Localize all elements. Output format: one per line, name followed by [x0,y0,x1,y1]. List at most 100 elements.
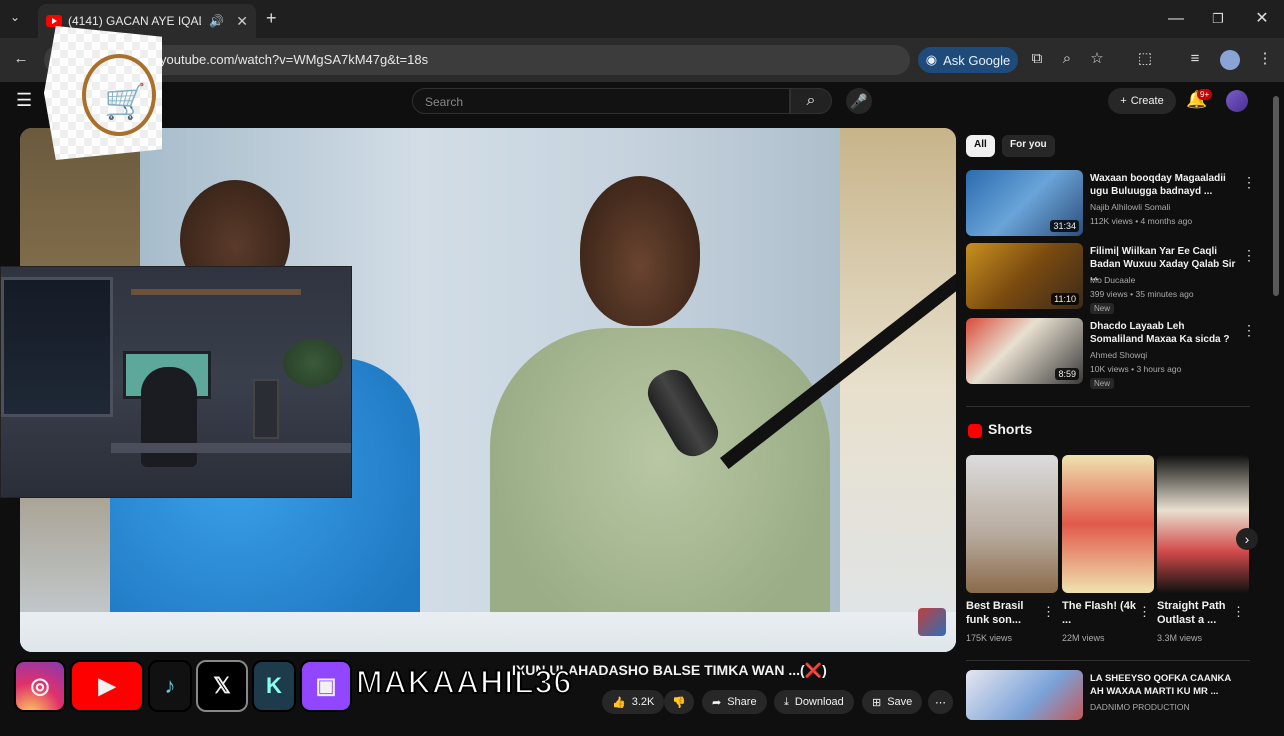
share-label: Share [727,696,757,708]
bookmark-star-icon[interactable]: ☆ [1086,48,1108,70]
channel-name[interactable]: Najib Alhilowli Somali [1090,202,1170,212]
more-options-icon[interactable]: ⋮ [1242,247,1256,264]
short-title[interactable]: Best Brasil funk son... [966,599,1046,627]
overlay-pc-tower [253,379,279,439]
channel-name[interactable]: Mo Ducaale [1090,275,1135,285]
back-icon[interactable]: ← [10,48,32,70]
overlay-window [1,277,113,417]
profile-avatar[interactable] [1220,50,1240,70]
x-icon: 𝕏 [196,660,248,712]
recommended-video[interactable]: 11:10 Filimi| Wiilkan Yar Ee Caqli Badan… [966,243,1256,314]
cart-logo-overlay: 🛒 [44,26,162,160]
search-button[interactable]: ⌕ [790,88,832,114]
media-control-icon[interactable]: ≡ [1184,48,1206,70]
extensions-icon[interactable]: ⬚ [1134,48,1156,70]
more-options-icon[interactable]: ⋮ [1042,604,1055,620]
overlay-desk [111,443,351,453]
instagram-icon: ◎ [14,660,66,712]
chip-for-you[interactable]: For you [1002,135,1055,157]
new-badge: New [1090,378,1115,389]
ask-google-label: Ask Google [943,52,1011,68]
channel-name[interactable]: Ahmed Showqi [1090,350,1147,360]
chevron-right-icon: › [1244,531,1250,547]
video-thumbnail[interactable] [966,670,1083,720]
short-thumbnail[interactable] [1157,455,1249,593]
more-horizontal-icon: ⋯ [935,696,946,709]
create-button[interactable]: + Create [1108,88,1176,114]
search-input[interactable]: Search [412,88,790,114]
download-icon: ⤓ [784,695,789,708]
plus-icon: + [1120,95,1127,107]
more-options-icon[interactable]: ⋮ [1232,604,1245,620]
like-button[interactable]: 👍 3.2K [602,690,665,714]
more-options-icon[interactable]: ⋮ [1242,174,1256,191]
voice-search-button[interactable]: 🎤 [846,88,872,114]
download-button[interactable]: ⤓ Download [774,690,854,714]
minimize-icon[interactable]: — [1156,6,1196,32]
duration-badge: 31:34 [1050,220,1079,232]
url-text: youtube.com/watch?v=WMgSA7kM47g&t=18s [160,52,429,67]
video-thumbnail[interactable]: 8:59 [966,318,1083,384]
channel-name[interactable]: DADNIMO PRODUCTION [1090,702,1190,712]
restore-icon[interactable]: ❐ [1198,6,1238,32]
hamburger-menu-icon[interactable]: ☰ [16,90,32,111]
channel-avatar[interactable] [1226,90,1248,112]
share-button[interactable]: ➦ Share [702,690,767,714]
duration-badge: 8:59 [1055,368,1079,380]
zoom-icon[interactable]: ⌕ [1056,48,1078,70]
video-thumbnail[interactable]: 31:34 [966,170,1083,236]
youtube-icon: ▶ [70,660,144,712]
video-title[interactable]: Waxaan booqday Magaaladii ugu Buluugga b… [1090,172,1240,198]
save-button[interactable]: ⊞ Save [862,690,923,714]
shorts-next-button[interactable]: › [1236,528,1258,550]
menu-kebab-icon[interactable]: ⋮ [1254,48,1276,70]
video-desk [20,612,956,652]
thumbs-up-icon: 👍 [612,696,626,709]
lens-icon: ◉ [925,52,938,67]
divider [966,406,1250,407]
share-icon: ➦ [712,696,722,709]
save-label: Save [887,696,913,708]
video-title[interactable]: Dhacdo Layaab Leh Somaliland Maxaa Ka si… [1090,320,1240,346]
channel-handle: MAKAAHIL36 [355,663,573,701]
shopping-cart-icon: 🛒 [104,83,147,121]
channel-watermark[interactable] [918,608,946,636]
create-label: Create [1130,95,1164,107]
tab-search-icon[interactable]: ⌄ [10,10,20,24]
download-label: Download [794,696,844,708]
recommended-video[interactable]: LA SHEEYSO QOFKA CAANKA AH WAXAA MARTI K… [966,670,1256,736]
short-title[interactable]: The Flash! (4k ... [1062,599,1142,627]
video-person-right-head [580,176,700,326]
video-stats: 399 views • 35 minutes ago [1090,289,1194,299]
more-options-icon[interactable]: ⋮ [1242,322,1256,339]
tab-close-icon[interactable]: ✕ [236,13,248,30]
video-title[interactable]: LA SHEEYSO QOFKA CAANKA AH WAXAA MARTI K… [1090,672,1240,698]
close-window-icon[interactable]: ✕ [1242,6,1282,32]
ask-google-button[interactable]: ◉ Ask Google [918,47,1018,73]
new-tab-icon[interactable]: + [266,8,277,29]
install-icon[interactable]: ⧉ [1026,48,1048,70]
overlay-plant [283,339,343,387]
overlay-shelf [131,289,301,295]
youtube-favicon-icon [46,15,62,27]
search-icon: ⌕ [806,92,816,109]
dislike-button[interactable]: 👎 [664,690,694,714]
scrollbar[interactable] [1273,96,1279,296]
new-badge: New [1090,303,1115,314]
tab-title: (4141) GACAN AYE IQADAY [68,14,201,28]
more-actions-button[interactable]: ⋯ [928,690,953,714]
mic-icon: 🎤 [850,93,868,109]
recommended-video[interactable]: 8:59 Dhacdo Layaab Leh Somaliland Maxaa … [966,318,1256,389]
more-options-icon[interactable]: ⋮ [1138,604,1151,620]
shorts-heading: Shorts [988,421,1033,437]
video-stats: 112K views • 4 months ago [1090,216,1193,226]
short-views: 3.3M views [1157,633,1203,643]
short-views: 175K views [966,633,1013,643]
video-thumbnail[interactable]: 11:10 [966,243,1083,309]
short-thumbnail[interactable] [966,455,1058,593]
recommended-video[interactable]: 31:34 Waxaan booqday Magaaladii ugu Bulu… [966,170,1256,236]
short-title[interactable]: Straight Path Outlast a ... [1157,599,1237,627]
audio-icon[interactable]: 🔊 [209,14,224,28]
chip-all[interactable]: All [966,135,995,157]
short-thumbnail[interactable] [1062,455,1154,593]
